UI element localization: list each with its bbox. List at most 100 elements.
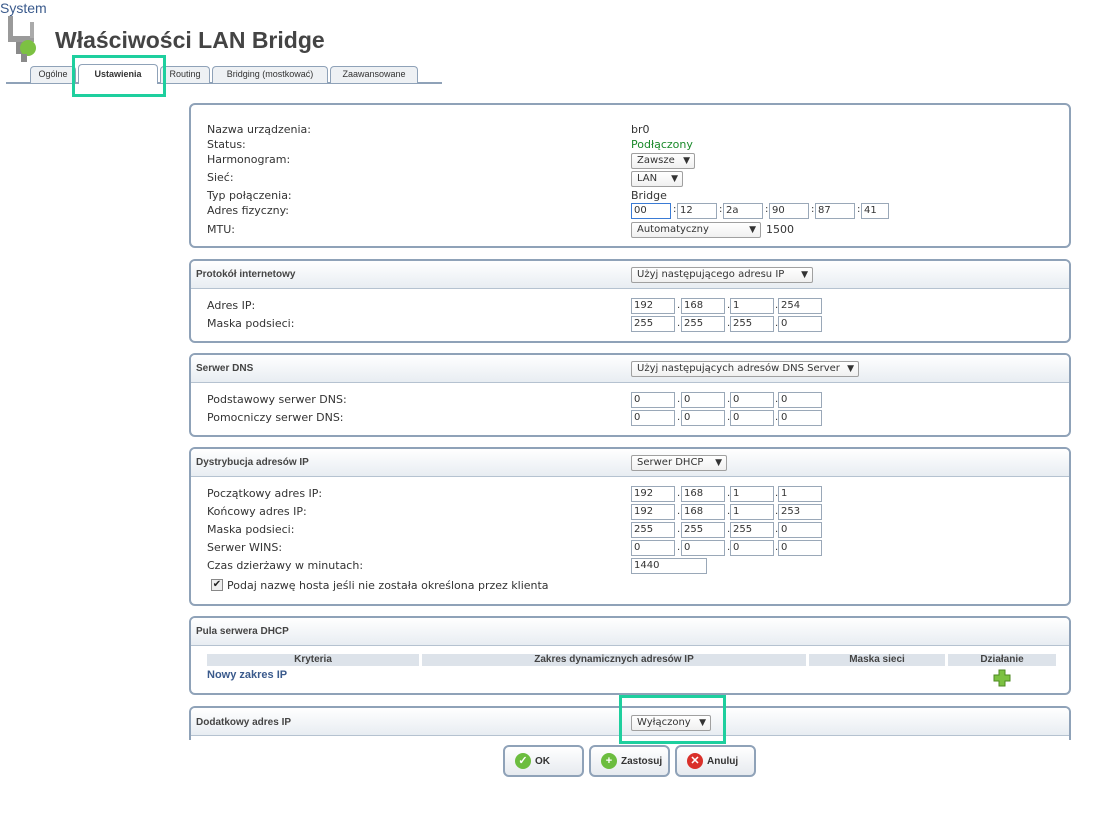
lease-time-label: Czas dzierżawy w minutach: [207, 559, 364, 572]
start-ip-label: Początkowy adres IP: [207, 487, 323, 500]
dhcp-mask-octet-3[interactable]: 255 [730, 522, 774, 538]
hostname-checkbox[interactable]: ✔ [211, 579, 223, 591]
x-icon: ✕ [687, 753, 703, 769]
secondary-dns-label: Pomocniczy serwer DNS: [207, 411, 344, 424]
mac-octet-5[interactable]: 87 [815, 203, 855, 219]
dns-mode-select-value: Użyj następujących adresów DNS Server [637, 363, 840, 374]
ip-separator: . [677, 412, 681, 423]
system-link[interactable]: System [0, 0, 47, 16]
ip-protocol-panel: Protokół internetowy Użyj następującego … [189, 259, 1071, 343]
dhcp-mask-octet-2[interactable]: 255 [681, 522, 725, 538]
chevron-down-icon: ▼ [847, 364, 854, 374]
dhcp-mask-octet-4[interactable]: 0 [778, 522, 822, 538]
chevron-down-icon: ▼ [683, 156, 690, 166]
start-ip-octet-2[interactable]: 168 [681, 486, 725, 502]
ok-button[interactable]: ✓ OK [503, 745, 584, 777]
network-select[interactable]: LAN ▼ [631, 171, 683, 187]
chevron-down-icon: ▼ [715, 458, 722, 468]
ip-separator: . [677, 524, 681, 535]
dhcp-mask-octet-1[interactable]: 255 [631, 522, 675, 538]
ip-separator: . [677, 300, 681, 311]
new-ip-range-link[interactable]: Nowy zakres IP [207, 669, 287, 681]
mtu-label: MTU: [207, 223, 235, 236]
extra-ip-title: Dodatkowy adres IP [196, 717, 292, 728]
ip-separator: . [677, 318, 681, 329]
schedule-label: Harmonogram: [207, 153, 291, 166]
chevron-down-icon: ▼ [801, 270, 808, 280]
ip-address-octet-1[interactable]: 192 [631, 298, 675, 314]
mac-separator: : [811, 204, 815, 215]
mtu-select[interactable]: Automatyczny ▼ [631, 222, 761, 238]
ip-address-octet-2[interactable]: 168 [681, 298, 725, 314]
connection-type-label: Typ połączenia: [207, 189, 292, 202]
column-header-netmask: Maska sieci [809, 654, 945, 666]
ip-protocol-title: Protokół internetowy [196, 269, 296, 280]
dns-title: Serwer DNS [196, 363, 254, 374]
ok-button-label: OK [535, 756, 550, 767]
end-ip-octet-2[interactable]: 168 [681, 504, 725, 520]
tab-general[interactable]: Ogólne [30, 66, 76, 83]
page-title: Właściwości LAN Bridge [55, 27, 325, 53]
primary-dns-octet-1[interactable]: 0 [631, 392, 675, 408]
secondary-dns-octet-2[interactable]: 0 [681, 410, 725, 426]
hostname-checkbox-label: Podaj nazwę hosta jeśli nie została okre… [227, 579, 549, 592]
subnet-mask-octet-3[interactable]: 255 [730, 316, 774, 332]
device-name-value: br0 [631, 123, 650, 136]
chevron-down-icon: ▼ [749, 225, 756, 235]
mac-octet-2[interactable]: 12 [677, 203, 717, 219]
wins-octet-1[interactable]: 0 [631, 540, 675, 556]
mtu-value: 1500 [766, 223, 794, 236]
tab-advanced[interactable]: Zaawansowane [330, 66, 418, 83]
subnet-mask-octet-1[interactable]: 255 [631, 316, 675, 332]
secondary-dns-octet-4[interactable]: 0 [778, 410, 822, 426]
wins-label: Serwer WINS: [207, 541, 283, 554]
mac-octet-4[interactable]: 90 [769, 203, 809, 219]
wins-octet-3[interactable]: 0 [730, 540, 774, 556]
add-range-plus-icon[interactable] [993, 669, 1011, 687]
primary-dns-octet-2[interactable]: 0 [681, 392, 725, 408]
ip-address-label: Adres IP: [207, 299, 256, 312]
apply-button[interactable]: + Zastosuj [589, 745, 670, 777]
dhcp-mode-select[interactable]: Serwer DHCP ▼ [631, 455, 727, 471]
end-ip-octet-4[interactable]: 253 [778, 504, 822, 520]
secondary-dns-octet-1[interactable]: 0 [631, 410, 675, 426]
apply-button-label: Zastosuj [621, 756, 663, 767]
ip-separator: . [677, 506, 681, 517]
tab-bridging[interactable]: Bridging (mostkować) [212, 66, 328, 83]
secondary-dns-octet-3[interactable]: 0 [730, 410, 774, 426]
mtu-select-value: Automatyczny [637, 224, 709, 235]
chevron-down-icon: ▼ [671, 174, 678, 184]
primary-dns-octet-3[interactable]: 0 [730, 392, 774, 408]
start-ip-octet-1[interactable]: 192 [631, 486, 675, 502]
mac-octet-1[interactable]: 00 [631, 203, 671, 219]
mac-octet-3[interactable]: 2a [723, 203, 763, 219]
start-ip-octet-3[interactable]: 1 [730, 486, 774, 502]
ip-protocol-select-value: Użyj następującego adresu IP [637, 269, 785, 280]
end-ip-octet-3[interactable]: 1 [730, 504, 774, 520]
dhcp-pool-panel: Pula serwera DHCP Kryteria Zakres dynami… [189, 616, 1071, 695]
mac-separator: : [719, 204, 723, 215]
ip-address-octet-3[interactable]: 1 [730, 298, 774, 314]
check-icon: ✓ [515, 753, 531, 769]
cancel-button[interactable]: ✕ Anuluj [675, 745, 756, 777]
column-header-criteria: Kryteria [207, 654, 419, 666]
cancel-button-label: Anuluj [707, 756, 739, 767]
ip-protocol-select[interactable]: Użyj następującego adresu IP ▼ [631, 267, 813, 283]
tab-routing[interactable]: Routing [160, 66, 210, 83]
dns-mode-select[interactable]: Użyj następujących adresów DNS Server ▼ [631, 361, 859, 377]
mac-separator: : [673, 204, 677, 215]
mac-octet-6[interactable]: 41 [861, 203, 889, 219]
subnet-mask-octet-4[interactable]: 0 [778, 316, 822, 332]
wins-octet-2[interactable]: 0 [681, 540, 725, 556]
ip-address-octet-4[interactable]: 254 [778, 298, 822, 314]
primary-dns-octet-4[interactable]: 0 [778, 392, 822, 408]
wins-octet-4[interactable]: 0 [778, 540, 822, 556]
router-settings-icon [6, 16, 48, 62]
end-ip-octet-1[interactable]: 192 [631, 504, 675, 520]
subnet-mask-octet-2[interactable]: 255 [681, 316, 725, 332]
lease-time-input[interactable]: 1440 [631, 558, 707, 574]
schedule-select[interactable]: Zawsze ▼ [631, 153, 695, 169]
ip-separator: . [677, 542, 681, 553]
start-ip-octet-4[interactable]: 1 [778, 486, 822, 502]
dhcp-title: Dystrybucja adresów IP [196, 457, 309, 468]
